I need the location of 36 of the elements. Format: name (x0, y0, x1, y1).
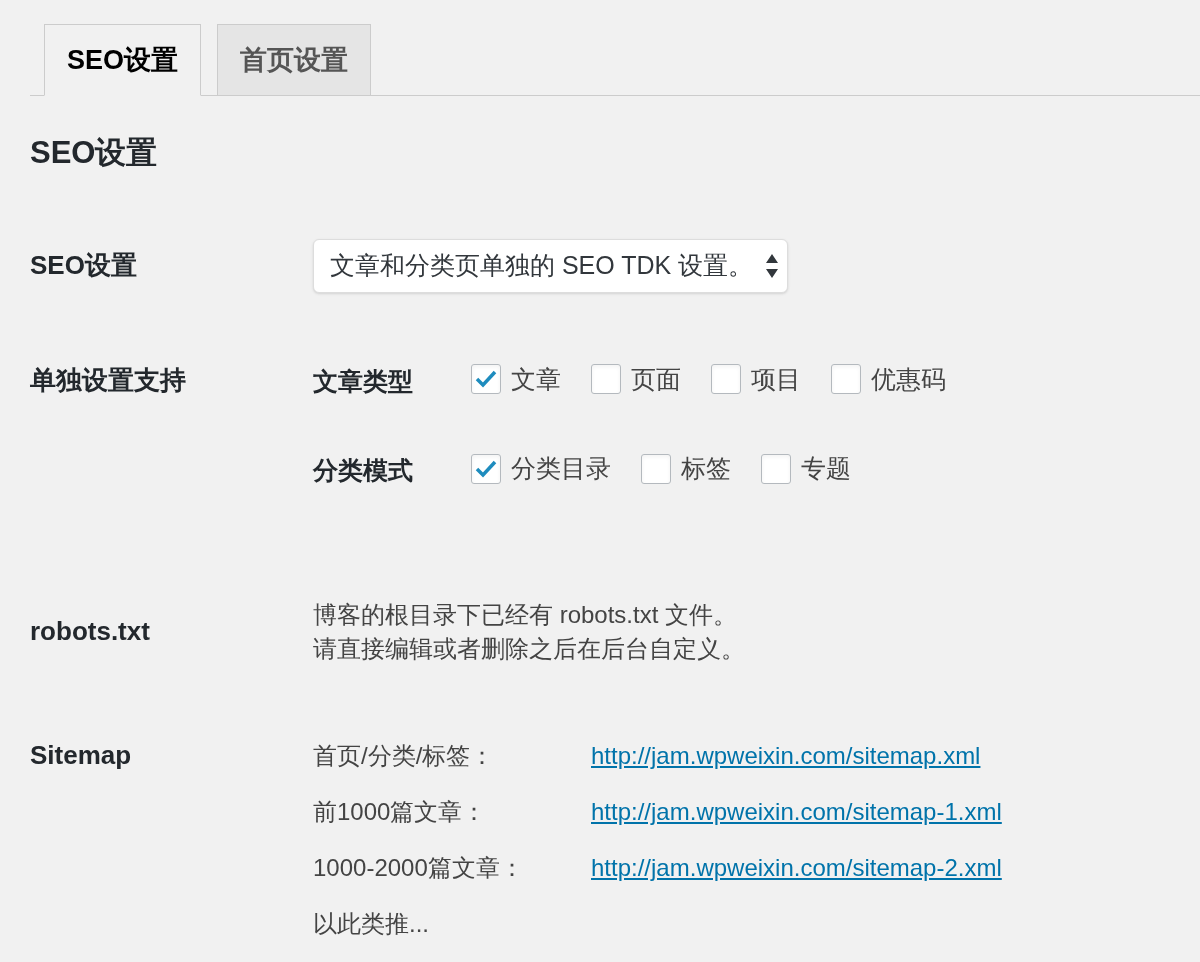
sitemap-label: 首页/分类/标签： (313, 740, 496, 771)
group-label: 文章类型 (313, 365, 414, 397)
checkbox[interactable] (711, 364, 741, 395)
checkbox-label: 文章 (511, 363, 561, 395)
checkbox-label: 优惠码 (871, 363, 946, 395)
check-icon (475, 370, 497, 389)
group-label: 分类模式 (313, 455, 414, 486)
sitemap-link[interactable]: http://jam.wpweixin.com/sitemap.xml (591, 737, 981, 774)
tab[interactable]: 首页设置 (217, 24, 372, 96)
check-icon (475, 459, 497, 478)
checkbox[interactable] (591, 364, 621, 395)
checkbox[interactable] (761, 453, 791, 484)
tab[interactable]: SEO设置 (44, 24, 202, 96)
up-down-caret-icon (765, 252, 780, 279)
field-label: SEO设置 (30, 250, 137, 280)
checkbox-label: 专题 (801, 453, 851, 484)
checkbox[interactable] (471, 364, 501, 395)
select-dropdown[interactable]: 文章和分类页单独的 SEO TDK 设置。 (313, 238, 789, 293)
checkbox-label: 标签 (681, 453, 731, 484)
sitemap-label: 1000-2000篇文章： (313, 852, 525, 883)
checkbox[interactable] (831, 364, 861, 395)
sitemap-label: 前1000篇文章： (313, 796, 488, 827)
field-label: 单独设置支持 (30, 364, 186, 395)
checkbox-label: 项目 (751, 363, 801, 395)
sitemap-link[interactable]: http://jam.wpweixin.com/sitemap-1.xml (591, 793, 1002, 830)
field-label: Sitemap (30, 739, 132, 770)
checkbox[interactable] (471, 453, 501, 484)
checkbox-label: 分类目录 (511, 453, 611, 484)
sitemap-label: 以此类推... (313, 908, 430, 939)
section-heading: SEO设置 (30, 134, 159, 172)
checkbox[interactable] (641, 453, 671, 484)
checkbox-label: 页面 (631, 363, 681, 395)
description-text: 请直接编辑或者删除之后在后台自定义。 (313, 633, 745, 664)
field-label: robots.txt (30, 616, 150, 646)
description-text: 博客的根目录下已经有 robots.txt 文件。 (313, 599, 739, 630)
sitemap-link[interactable]: http://jam.wpweixin.com/sitemap-2.xml (591, 849, 1002, 886)
